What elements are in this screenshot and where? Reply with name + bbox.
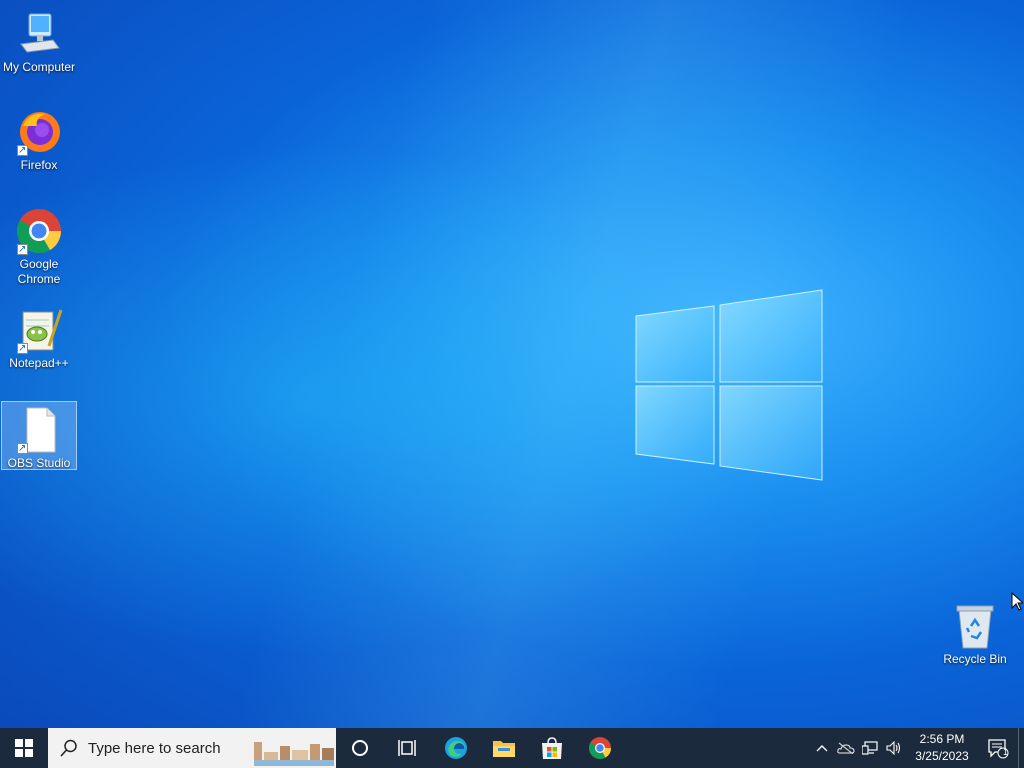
- chrome-icon: [15, 207, 63, 257]
- network-button[interactable]: [858, 728, 882, 768]
- search-highlight-illustration-icon: [254, 742, 334, 766]
- search-icon: [60, 739, 77, 757]
- chevron-up-icon: [816, 745, 828, 752]
- desktop-icon-label: Notepad++: [9, 356, 69, 370]
- desktop-icon-label: OBS Studio: [7, 456, 71, 470]
- network-icon: [862, 741, 878, 755]
- taskbar-search-box[interactable]: Type here to search: [48, 728, 336, 768]
- notification-count-badge: 1: [1003, 747, 1009, 757]
- desktop-icon-firefox[interactable]: Firefox: [1, 104, 77, 173]
- taskbar-chrome-button[interactable]: [576, 728, 624, 768]
- notepadpp-icon: [15, 306, 63, 356]
- desktop-icon-label: My Computer: [2, 60, 76, 74]
- store-icon: [542, 737, 562, 759]
- chrome-icon: [589, 737, 611, 759]
- windows-start-icon: [15, 739, 33, 757]
- file-explorer-icon: [493, 741, 515, 757]
- cortana-icon: [352, 740, 368, 756]
- firefox-icon: [15, 108, 63, 158]
- shortcut-arrow-icon: [17, 242, 28, 257]
- wallpaper-glow: [0, 0, 1024, 728]
- show-hidden-icons-button[interactable]: [810, 728, 834, 768]
- desktop-icon-google-chrome[interactable]: Google Chrome: [1, 203, 77, 287]
- shortcut-arrow-icon: [17, 341, 28, 356]
- volume-icon: [886, 741, 901, 755]
- mouse-cursor-icon: [1011, 592, 1023, 611]
- system-tray: 2:56 PM 3/25/2023 1: [810, 728, 1024, 768]
- edge-icon: [445, 737, 467, 759]
- clock-date: 3/25/2023: [915, 749, 969, 763]
- windows-logo-wallpaper: [635, 289, 823, 481]
- search-placeholder: Type here to search: [88, 739, 221, 757]
- onedrive-button[interactable]: [834, 728, 858, 768]
- desktop-icon-label: Recycle Bin: [943, 652, 1007, 666]
- desktop-icon-my-computer[interactable]: My Computer: [1, 6, 77, 75]
- start-button[interactable]: [0, 728, 48, 768]
- desktop-icon-obs-studio[interactable]: OBS Studio: [1, 401, 77, 470]
- task-view-button[interactable]: [384, 728, 432, 768]
- taskbar: Type here to search 2:56 PM 3/25/2023 1: [0, 728, 1024, 768]
- recycle-bin-icon: [951, 602, 999, 650]
- taskbar-clock[interactable]: 2:56 PM 3/25/2023: [906, 731, 978, 765]
- task-view-icon: [398, 740, 416, 756]
- show-desktop-button[interactable]: [1018, 728, 1024, 768]
- onedrive-icon: [837, 742, 855, 754]
- desktop-icon-notepadpp[interactable]: Notepad++: [1, 302, 77, 371]
- shortcut-arrow-icon: [17, 441, 28, 456]
- desktop-icon-label: Google Chrome: [17, 257, 61, 286]
- wallpaper-light-beam: [0, 0, 1024, 728]
- taskbar-store-button[interactable]: [528, 728, 576, 768]
- computer-icon: [15, 10, 63, 58]
- file-icon: [15, 406, 63, 456]
- desktop-icon-recycle-bin[interactable]: Recycle Bin: [937, 598, 1013, 667]
- desktop-icon-label: Firefox: [20, 158, 58, 172]
- cortana-button[interactable]: [336, 728, 384, 768]
- desktop[interactable]: My Computer Firefox: [0, 0, 1024, 728]
- taskbar-edge-button[interactable]: [432, 728, 480, 768]
- taskbar-file-explorer-button[interactable]: [480, 728, 528, 768]
- shortcut-arrow-icon: [17, 143, 28, 158]
- volume-button[interactable]: [882, 728, 906, 768]
- clock-time: 2:56 PM: [919, 732, 965, 746]
- action-center-button[interactable]: 1: [978, 728, 1018, 768]
